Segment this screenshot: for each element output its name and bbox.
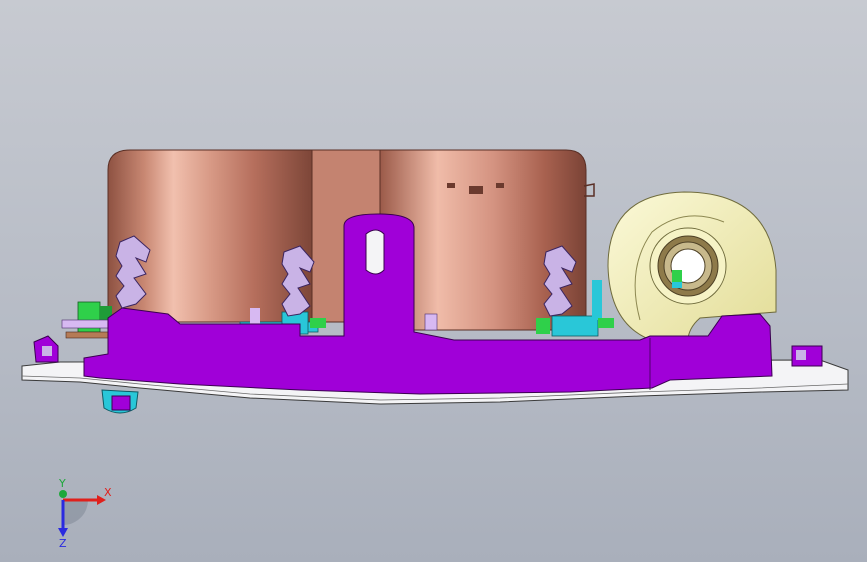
z-axis-label: Z: [59, 537, 67, 548]
side-connector-left: [33, 335, 59, 363]
cad-viewport[interactable]: [0, 0, 867, 562]
y-axis-label: Y: [58, 478, 66, 490]
axis-triad: X Y Z: [58, 478, 112, 548]
x-axis-label: X: [104, 486, 112, 499]
triad-plane-icon: [63, 500, 88, 525]
y-axis-dot-icon: [59, 490, 67, 498]
side-connector-right: [791, 345, 823, 367]
bottom-screw: [101, 389, 139, 414]
